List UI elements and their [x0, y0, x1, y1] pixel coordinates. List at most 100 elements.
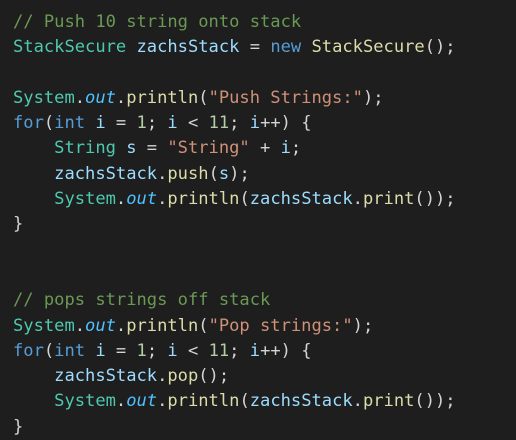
- code-variable: s: [126, 138, 137, 159]
- code-function: println: [167, 189, 240, 210]
- code-static-field: out: [126, 189, 158, 210]
- code-line[interactable]: [13, 61, 516, 86]
- code-editor[interactable]: // Push 10 string onto stack StackSecure …: [0, 0, 516, 437]
- code-punctuation: .: [157, 391, 168, 412]
- code-keyword: new: [270, 37, 302, 58]
- code-line[interactable]: // pops strings off stack: [13, 288, 516, 313]
- code-punctuation: .: [115, 315, 127, 336]
- code-punctuation: ();: [424, 37, 456, 58]
- code-punctuation: [301, 37, 311, 57]
- code-punctuation: =: [105, 340, 137, 361]
- code-line[interactable]: }: [13, 212, 516, 237]
- code-line[interactable]: System.out.println(zachsStack.print());: [13, 187, 516, 212]
- code-line[interactable]: // Push 10 string onto stack: [13, 10, 516, 35]
- code-punctuation: }: [13, 416, 24, 437]
- code-number: 1: [136, 113, 147, 134]
- code-punctuation: (: [239, 189, 250, 210]
- code-function: println: [126, 87, 199, 108]
- code-variable: i: [249, 113, 261, 134]
- code-punctuation: ;: [146, 340, 168, 361]
- code-variable: i: [95, 340, 106, 361]
- code-punctuation: ());: [414, 391, 456, 412]
- code-variable: zachsStack: [249, 391, 353, 412]
- code-variable: zachsStack: [54, 163, 158, 184]
- code-punctuation: ++) {: [260, 340, 312, 361]
- code-type: StackSecure: [13, 37, 127, 58]
- code-keyword: for: [13, 113, 44, 134]
- code-punctuation: .: [352, 189, 363, 210]
- code-variable: zachsStack: [249, 189, 353, 210]
- code-keyword: int: [54, 340, 86, 361]
- code-class-name: System: [54, 189, 116, 210]
- code-function: println: [126, 315, 199, 336]
- code-punctuation: <: [177, 113, 209, 134]
- code-variable: zachsStack: [136, 37, 240, 58]
- code-number: 11: [208, 113, 230, 134]
- code-line[interactable]: }: [13, 415, 516, 440]
- code-variable: i: [167, 340, 178, 361]
- code-comment: // Push 10 string onto stack: [13, 12, 302, 32]
- code-punctuation: .: [115, 391, 127, 412]
- code-punctuation: ++) {: [260, 113, 312, 134]
- code-punctuation: }: [13, 214, 24, 235]
- code-punctuation: ;: [290, 138, 302, 159]
- code-class-name: System: [13, 315, 75, 336]
- code-line[interactable]: String s = "String" + i;: [13, 136, 516, 161]
- code-punctuation: );: [352, 315, 374, 336]
- code-type: String: [54, 138, 116, 159]
- code-string: "String": [167, 138, 250, 159]
- code-string: "Pop strings:": [208, 315, 353, 336]
- code-line[interactable]: zachsStack.pop();: [13, 364, 516, 389]
- code-punctuation: (: [208, 163, 219, 184]
- code-punctuation: .: [74, 87, 86, 108]
- code-class-name: System: [54, 391, 116, 412]
- code-function: StackSecure: [311, 37, 425, 58]
- code-punctuation: ();: [198, 366, 230, 387]
- code-number: 11: [208, 340, 230, 361]
- code-number: 1: [136, 340, 147, 361]
- code-punctuation: [126, 37, 136, 57]
- code-line[interactable]: System.out.println(zachsStack.print());: [13, 389, 516, 414]
- code-static-field: out: [126, 391, 158, 412]
- code-line[interactable]: zachsStack.push(s);: [13, 162, 516, 187]
- code-function: pop: [167, 366, 199, 387]
- code-punctuation: [13, 366, 54, 386]
- code-line[interactable]: System.out.println("Push Strings:");: [13, 86, 516, 111]
- code-punctuation: [116, 138, 126, 158]
- code-variable: i: [167, 113, 178, 134]
- code-punctuation: ;: [229, 113, 250, 134]
- code-function: println: [167, 391, 240, 412]
- code-variable: s: [218, 163, 230, 184]
- code-punctuation: .: [74, 315, 86, 336]
- code-punctuation: );: [362, 87, 384, 108]
- code-variable: i: [95, 113, 106, 134]
- code-punctuation: .: [115, 189, 127, 210]
- code-line[interactable]: for(int i = 1; i < 11; i++) {: [13, 339, 516, 364]
- code-punctuation: (: [239, 391, 250, 412]
- code-punctuation: ;: [229, 340, 250, 361]
- code-punctuation: [85, 113, 95, 133]
- code-function: print: [362, 391, 415, 412]
- code-function: push: [167, 163, 209, 184]
- code-line[interactable]: [13, 263, 516, 288]
- code-string: "Push Strings:": [208, 87, 363, 108]
- code-line[interactable]: System.out.println("Pop strings:");: [13, 314, 516, 339]
- code-punctuation: .: [352, 391, 363, 412]
- code-punctuation: );: [229, 163, 250, 184]
- code-punctuation: .: [157, 189, 168, 210]
- code-punctuation: (: [43, 113, 55, 134]
- code-line[interactable]: StackSecure zachsStack = new StackSecure…: [13, 35, 516, 60]
- code-keyword: int: [54, 113, 86, 134]
- code-punctuation: =: [105, 113, 137, 134]
- code-static-field: out: [85, 315, 116, 336]
- code-punctuation: (: [198, 315, 209, 336]
- code-punctuation: (: [198, 87, 209, 108]
- code-variable: i: [280, 138, 291, 159]
- code-punctuation: +: [249, 138, 281, 159]
- code-line[interactable]: [13, 238, 516, 263]
- code-variable: i: [249, 340, 261, 361]
- code-punctuation: (: [43, 340, 55, 361]
- code-keyword: for: [13, 340, 44, 361]
- code-variable: zachsStack: [54, 366, 158, 387]
- code-line[interactable]: for(int i = 1; i < 11; i++) {: [13, 111, 516, 136]
